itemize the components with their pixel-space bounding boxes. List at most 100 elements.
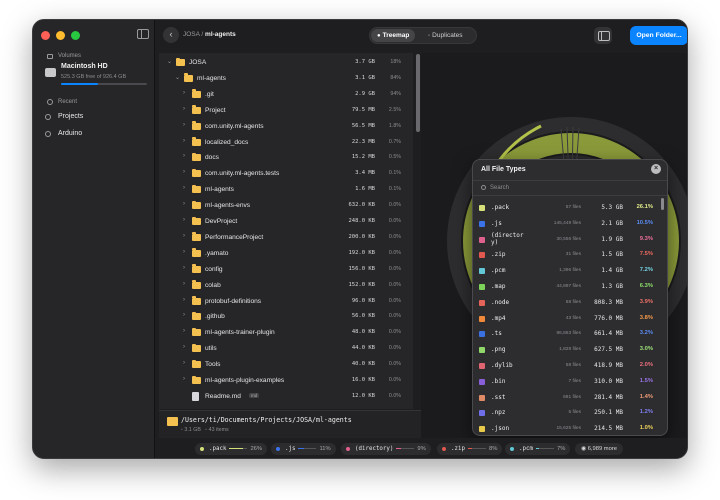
color-swatch <box>479 284 485 290</box>
search-placeholder: Search <box>490 185 510 191</box>
legend-chip[interactable]: .pack 26% <box>195 443 268 455</box>
chevron-right-icon[interactable]: › <box>183 169 185 175</box>
tree-row[interactable]: › .github 56.0 KB 0.0% <box>159 309 409 325</box>
tree-row[interactable]: › Tools 40.0 KB 0.0% <box>159 357 409 373</box>
tree-row[interactable]: › protobuf-definitions 96.0 KB 0.0% <box>159 294 409 310</box>
tree-row[interactable]: › config 156.0 KB 0.0% <box>159 262 409 278</box>
open-folder-button[interactable]: Open Folder... <box>630 26 687 45</box>
tree-row-size: 22.3 MB <box>351 138 375 145</box>
file-type-row[interactable]: .npz 5 files 250.1 MB 1.2% <box>473 405 657 421</box>
chevron-down-icon[interactable]: ⌄ <box>167 58 172 65</box>
tree-row[interactable]: › com.unity.ml-agents.tests 3.4 MB 0.1% <box>159 166 409 182</box>
tree-row[interactable]: › ml-agents 1.6 MB 0.1% <box>159 182 409 198</box>
recent-item-arduino[interactable]: Arduino <box>45 130 82 137</box>
tree-row[interactable]: › ml-agents-trainer-plugin 48.0 KB 0.0% <box>159 325 409 341</box>
minimize-window-button[interactable] <box>56 31 65 40</box>
legend-chip[interactable]: .pcm 7% <box>505 443 571 455</box>
close-popover-button[interactable]: × <box>651 164 661 174</box>
file-type-size: 661.4 MB <box>594 330 623 338</box>
tree-row[interactable]: › PerformanceProject 200.0 KB 0.0% <box>159 230 409 246</box>
legend-chip[interactable]: .js 11% <box>271 443 336 455</box>
file-type-row[interactable]: .pack 57 files 5.3 GB 26.1% <box>473 200 657 216</box>
more-types-button[interactable]: ◉ 6,989 more <box>575 443 624 455</box>
chevron-right-icon[interactable]: › <box>183 217 185 223</box>
tree-row[interactable]: › utils 44.0 KB 0.0% <box>159 341 409 357</box>
tab-treemap[interactable]: ● Treemap <box>371 29 416 42</box>
legend-chip[interactable]: (directory) 9% <box>341 443 431 455</box>
chevron-right-icon[interactable]: › <box>183 122 185 128</box>
chevron-right-icon[interactable]: › <box>183 106 185 112</box>
breadcrumb-parent[interactable]: JOSA <box>183 31 200 38</box>
file-type-row[interactable]: .js 145,449 files 2.1 GB 10.5% <box>473 216 657 232</box>
file-type-row[interactable]: .json 15,625 files 214.5 MB 1.0% <box>473 421 657 435</box>
chevron-right-icon[interactable]: › <box>183 297 185 303</box>
close-window-button[interactable] <box>41 31 50 40</box>
file-type-row[interactable]: .map 44,897 files 1.3 GB 6.3% <box>473 279 657 295</box>
volumes-header: Volumes <box>47 53 81 59</box>
file-type-row[interactable]: .dylib 58 files 418.9 MB 2.0% <box>473 358 657 374</box>
tab-duplicates[interactable]: ◦ Duplicates <box>422 29 469 42</box>
tree-row[interactable]: ⌄ ml-agents 3.1 GB 84% <box>159 71 409 87</box>
chevron-right-icon[interactable]: › <box>183 344 185 350</box>
file-type-percent: 10.5% <box>636 219 653 226</box>
color-swatch <box>479 347 485 354</box>
tree-row[interactable]: › docs 15.2 MB 0.5% <box>159 150 409 166</box>
file-type-row[interactable]: .ts 86,863 files 661.4 MB 3.2% <box>473 326 657 342</box>
recent-item-projects[interactable]: Projects <box>45 113 83 120</box>
color-swatch <box>479 426 485 433</box>
chevron-right-icon[interactable]: › <box>183 360 185 366</box>
chevron-right-icon[interactable]: › <box>183 249 185 255</box>
tree-row[interactable]: › colab 152.0 KB 0.0% <box>159 278 409 294</box>
chevron-right-icon[interactable]: › <box>183 201 185 207</box>
file-type-row[interactable]: (director y) 30,556 files 1.9 GB 9.3% <box>473 232 657 248</box>
folder-icon <box>192 152 201 162</box>
legend-chip[interactable]: .zip 8% <box>437 443 503 455</box>
chevron-right-icon[interactable]: › <box>183 90 185 96</box>
zoom-window-button[interactable] <box>71 31 80 40</box>
folder-icon <box>192 168 201 178</box>
folder-icon <box>192 232 201 241</box>
tree-row[interactable]: ⌄ JOSA 3.7 GB 18% <box>159 55 409 71</box>
file-type-row[interactable]: .png 1,828 files 627.5 MB 3.0% <box>473 342 657 358</box>
chevron-right-icon[interactable]: › <box>183 153 185 159</box>
recent-label: Recent <box>58 99 78 105</box>
tree-row[interactable]: › ml-agents-plugin-examples 16.0 KB 0.0% <box>159 373 409 389</box>
back-button[interactable]: ‹ <box>163 27 179 43</box>
tree-row[interactable]: › .yamato 192.0 KB 0.0% <box>159 246 409 262</box>
folder-icon <box>192 200 201 210</box>
chevron-right-icon[interactable]: › <box>183 281 185 287</box>
tree-row[interactable]: Readme.md md 12.0 KB 0.0% <box>159 389 409 405</box>
file-type-row[interactable]: .node 68 files 808.3 MB 3.9% <box>473 295 657 311</box>
file-type-size: 1.5 GB <box>601 251 623 259</box>
tree-scrollbar-thumb[interactable] <box>416 54 420 132</box>
chevron-right-icon[interactable]: › <box>183 138 185 144</box>
tree-row[interactable]: › com.unity.ml-agents 56.5 MB 1.8% <box>159 119 409 135</box>
tree-row[interactable]: › ml-agents-envs 632.0 KB 0.0% <box>159 198 409 214</box>
file-type-row[interactable]: .sst 681 files 281.4 MB 1.4% <box>473 390 657 406</box>
tree-row[interactable]: › localized_docs 22.3 MB 0.7% <box>159 135 409 151</box>
chevron-right-icon[interactable]: › <box>183 265 185 271</box>
chevron-right-icon[interactable]: › <box>183 185 185 191</box>
tree-row[interactable]: › DevProject 248.0 KB 0.0% <box>159 214 409 230</box>
tree-scrollbar[interactable] <box>416 53 420 409</box>
popover-scrollbar[interactable] <box>661 198 664 210</box>
chevron-right-icon[interactable]: › <box>183 376 185 382</box>
chevron-down-icon[interactable]: ⌄ <box>175 74 180 81</box>
chevron-right-icon[interactable]: › <box>183 328 185 334</box>
sidebar-toggle-icon[interactable] <box>137 29 149 39</box>
color-swatch <box>479 410 485 417</box>
inspector-toggle-icon[interactable] <box>594 27 612 44</box>
file-type-percent: 1.0% <box>639 425 653 432</box>
chevron-right-icon[interactable]: › <box>183 312 185 318</box>
file-type-row[interactable]: .mp4 43 files 776.0 MB 3.8% <box>473 311 657 327</box>
file-type-row[interactable]: .bin 7 files 310.0 MB 1.5% <box>473 374 657 390</box>
file-type-search[interactable]: Search <box>473 180 667 196</box>
legend-color-dot <box>510 447 514 451</box>
tree-row[interactable]: › Project 79.5 MB 2.5% <box>159 103 409 119</box>
tree-row[interactable]: › .git 2.9 GB 94% <box>159 87 409 103</box>
file-type-extension: .npz <box>491 409 506 417</box>
chevron-right-icon[interactable]: › <box>183 233 185 239</box>
file-type-row[interactable]: .zip 31 files 1.5 GB 7.5% <box>473 247 657 263</box>
file-type-size: 5.3 GB <box>601 204 623 211</box>
file-type-row[interactable]: .pcm 1,396 files 1.4 GB 7.2% <box>473 263 657 279</box>
